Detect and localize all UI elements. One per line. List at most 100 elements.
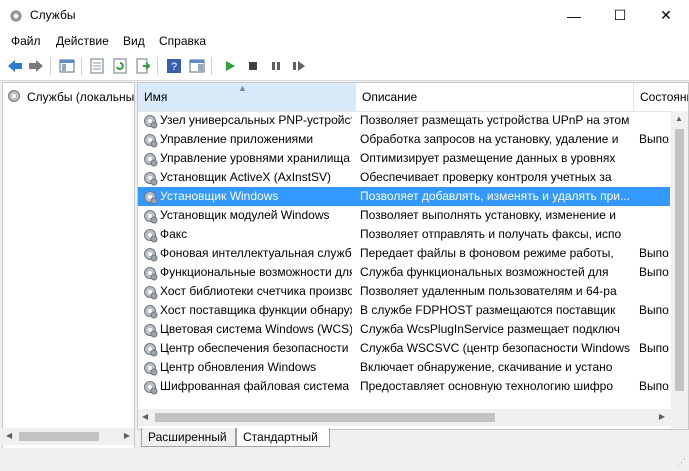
service-state: Выполняется bbox=[639, 379, 669, 393]
table-row[interactable]: Управление приложениями Обработка запросо… bbox=[138, 130, 670, 149]
service-name: Функциональные возможности для bbox=[160, 265, 352, 279]
console-tree-pane: Службы (локальные) bbox=[2, 82, 135, 450]
service-name: Установщик ActiveX (AxInstSV) bbox=[160, 170, 332, 184]
service-name: Шифрованная файловая система bbox=[160, 379, 350, 393]
action-pane-icon[interactable] bbox=[188, 57, 206, 75]
menu-view[interactable]: Вид bbox=[123, 34, 145, 48]
resize-grip-icon[interactable]: ⋰ bbox=[677, 457, 686, 468]
vertical-scrollbar[interactable]: ▲ ▼ bbox=[671, 111, 688, 429]
service-description: Служба функциональных возможностей для bbox=[360, 265, 609, 279]
status-bar: ⋰ bbox=[0, 448, 689, 471]
right-horizontal-scrollbar[interactable]: ◀ ▶ bbox=[138, 409, 669, 426]
table-row[interactable]: Центр обеспечения безопасности Служба WSC… bbox=[138, 339, 670, 358]
table-row[interactable]: Центр обновления Windows Включает обнаруж… bbox=[138, 358, 670, 377]
service-name: Управление уровнями хранилища bbox=[160, 151, 350, 165]
services-rows: Узел универсальных PNP-устройств Позволяе… bbox=[138, 111, 670, 396]
table-row[interactable]: Хост поставщика функции обнаружения В слу… bbox=[138, 301, 670, 320]
menu-help[interactable]: Справка bbox=[159, 34, 206, 48]
table-row[interactable]: Цветовая система Windows (WCS) Служба Wcs… bbox=[138, 320, 670, 339]
service-gear-icon bbox=[142, 113, 158, 129]
table-row[interactable]: Установщик модулей Windows Позволяет выпо… bbox=[138, 206, 670, 225]
service-description: Позволяет размещать устройства UPnP на э… bbox=[360, 113, 630, 127]
stop-service-icon[interactable] bbox=[244, 57, 262, 75]
scrollbar-thumb[interactable] bbox=[675, 129, 684, 391]
service-name: Управление приложениями bbox=[160, 132, 314, 146]
service-name: Фоновая интеллектуальная служба bbox=[160, 246, 352, 260]
service-description: Служба WcsPlugInService размещает подклю… bbox=[360, 322, 620, 336]
service-gear-icon bbox=[142, 151, 158, 167]
start-service-icon[interactable] bbox=[221, 57, 239, 75]
service-gear-icon bbox=[142, 303, 158, 319]
tab-standard[interactable]: Стандартный bbox=[236, 428, 330, 447]
close-button[interactable]: ✕ bbox=[643, 0, 689, 31]
service-state: Выполняется bbox=[639, 303, 669, 317]
back-arrow-icon[interactable] bbox=[6, 57, 24, 75]
scroll-right-arrow-icon[interactable]: ▶ bbox=[124, 431, 130, 440]
list-header: ▲ Имя Описание Состояние bbox=[138, 83, 688, 112]
service-gear-icon bbox=[142, 132, 158, 148]
table-row[interactable]: Узел универсальных PNP-устройств Позволяе… bbox=[138, 111, 670, 130]
toolbar: ? bbox=[0, 52, 689, 81]
svg-text:?: ? bbox=[171, 61, 177, 73]
column-header-label: Состояние bbox=[640, 90, 688, 104]
table-row[interactable]: Шифрованная файловая система Предоставляе… bbox=[138, 377, 670, 396]
scrollbar-thumb[interactable] bbox=[155, 413, 495, 422]
scroll-up-arrow-icon[interactable]: ▲ bbox=[675, 114, 683, 123]
service-description: Включает обнаружение, скачивание и устан… bbox=[360, 360, 613, 374]
service-name: Установщик модулей Windows bbox=[160, 208, 330, 222]
table-row[interactable]: Хост библиотеки счетчика производительно… bbox=[138, 282, 670, 301]
refresh-icon[interactable] bbox=[111, 57, 129, 75]
service-description: Позволяет добавлять, изменять и удалять … bbox=[360, 189, 630, 203]
service-name: Центр обновления Windows bbox=[160, 360, 317, 374]
export-list-icon[interactable] bbox=[134, 57, 152, 75]
tree-item-services-local[interactable]: Службы (локальные) bbox=[6, 89, 134, 105]
left-horizontal-scrollbar[interactable]: ◀ ▶ bbox=[2, 428, 134, 445]
scrollbar-thumb[interactable] bbox=[19, 432, 99, 441]
table-row[interactable]: Установщик ActiveX (AxInstSV) Обеспечивае… bbox=[138, 168, 670, 187]
forward-arrow-icon[interactable] bbox=[27, 57, 45, 75]
maximize-button[interactable]: ☐ bbox=[597, 0, 643, 31]
menu-file[interactable]: Файл bbox=[11, 34, 41, 48]
title-bar: Службы — ☐ ✕ bbox=[0, 0, 689, 31]
table-row[interactable]: Установщик Windows Позволяет добавлять, и… bbox=[138, 187, 670, 206]
tab-extended[interactable]: Расширенный bbox=[141, 428, 236, 447]
column-header-state[interactable]: Состояние bbox=[634, 83, 688, 111]
service-gear-icon bbox=[142, 322, 158, 338]
minimize-button[interactable]: — bbox=[551, 0, 597, 31]
service-description: Служба WSCSVC (центр безопасности Window… bbox=[360, 341, 630, 355]
show-console-tree-icon[interactable] bbox=[58, 57, 76, 75]
toolbar-separator bbox=[211, 57, 212, 75]
table-row[interactable]: Факс Позволяет отправлять и получать факс… bbox=[138, 225, 670, 244]
column-header-label: Имя bbox=[144, 90, 168, 104]
restart-service-icon[interactable] bbox=[290, 57, 308, 75]
service-name: Узел универсальных PNP-устройств bbox=[160, 113, 352, 127]
service-description: Передает файлы в фоновом режиме работы, bbox=[360, 246, 614, 260]
service-description: Оптимизирует размещение данных в уровнях bbox=[360, 151, 616, 165]
services-gear-icon bbox=[6, 89, 22, 105]
table-row[interactable]: Фоновая интеллектуальная служба Передает … bbox=[138, 244, 670, 263]
services-list-pane: ▲ Имя Описание Состояние Узел универсаль… bbox=[137, 82, 689, 430]
service-description: Позволяет удаленным пользователям и 64-р… bbox=[360, 284, 617, 298]
scroll-right-arrow-icon[interactable]: ▶ bbox=[659, 412, 665, 421]
service-state: Выполняется bbox=[639, 265, 669, 279]
service-description: В службе FDPHOST размещаются поставщик bbox=[360, 303, 616, 317]
view-tabs: Расширенный Стандартный bbox=[137, 428, 687, 448]
service-state: Выполняется bbox=[639, 246, 669, 260]
service-name: Хост поставщика функции обнаружения bbox=[160, 303, 352, 317]
services-gear-icon bbox=[8, 8, 24, 24]
scroll-left-arrow-icon[interactable]: ◀ bbox=[6, 431, 12, 440]
service-gear-icon bbox=[142, 246, 158, 262]
service-name: Центр обеспечения безопасности bbox=[160, 341, 349, 355]
table-row[interactable]: Управление уровнями хранилища Оптимизируе… bbox=[138, 149, 670, 168]
pause-service-icon[interactable] bbox=[267, 57, 285, 75]
properties-icon[interactable] bbox=[88, 57, 106, 75]
toolbar-separator bbox=[157, 57, 158, 75]
table-row[interactable]: Функциональные возможности для Служба фун… bbox=[138, 263, 670, 282]
column-header-description[interactable]: Описание bbox=[356, 83, 634, 111]
help-icon[interactable]: ? bbox=[165, 57, 183, 75]
service-gear-icon bbox=[142, 265, 158, 281]
column-header-name[interactable]: ▲ Имя bbox=[138, 83, 356, 111]
menu-bar: Файл Действие Вид Справка bbox=[0, 31, 689, 52]
scroll-left-arrow-icon[interactable]: ◀ bbox=[142, 412, 148, 421]
menu-action[interactable]: Действие bbox=[56, 34, 109, 48]
